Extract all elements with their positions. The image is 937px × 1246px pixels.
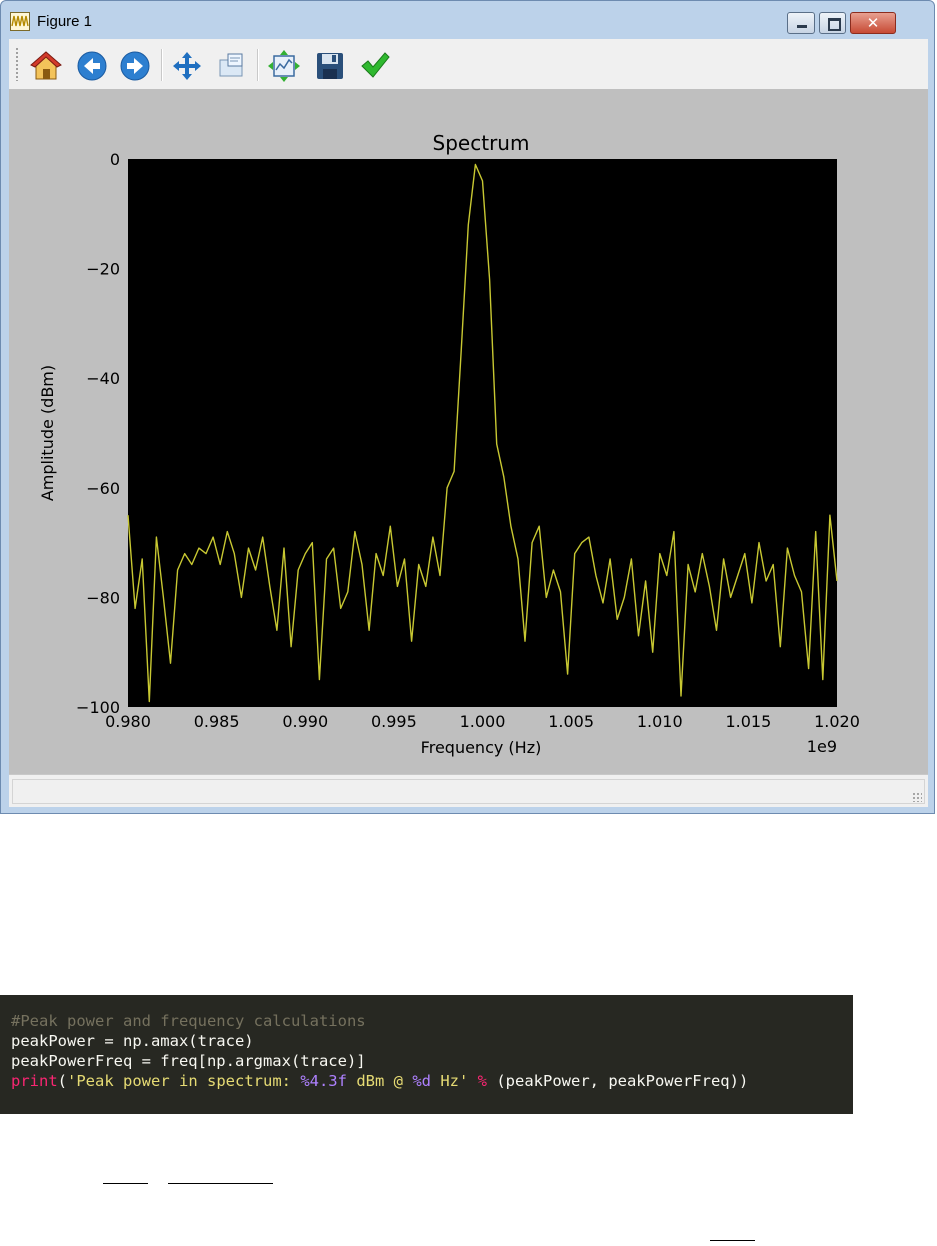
status-bar <box>9 774 928 807</box>
code-format-spec: %4.3f <box>300 1072 347 1090</box>
figure-app-icon <box>10 12 30 31</box>
code-operator: % <box>477 1072 487 1090</box>
code-line-3: peakPowerFreq = freq[np.argmax(trace)] <box>11 1051 842 1071</box>
toolbar-separator <box>257 49 259 81</box>
minimize-icon <box>797 25 807 28</box>
home-icon <box>30 51 62 80</box>
title-bar[interactable]: Figure 1 ✕ <box>1 1 934 39</box>
x-tick-label: 1.005 <box>548 712 594 731</box>
close-icon: ✕ <box>866 14 880 32</box>
underline-fragment <box>168 1183 273 1184</box>
navigation-toolbar <box>9 39 928 90</box>
status-message <box>12 779 925 804</box>
x-axis-label: Frequency (Hz) <box>421 738 542 757</box>
x-tick-label: 0.985 <box>194 712 240 731</box>
x-tick-label: 1.000 <box>460 712 506 731</box>
back-button[interactable] <box>75 49 109 83</box>
code-snippet: #Peak power and frequency calculations p… <box>0 995 853 1114</box>
code-string: Hz' <box>430 1072 469 1090</box>
checkmark-icon <box>361 52 390 78</box>
y-tick-label: 0 <box>110 150 120 169</box>
y-axis-label: Amplitude (dBm) <box>38 365 57 501</box>
code-line-4: print('Peak power in spectrum: %4.3f dBm… <box>11 1071 842 1091</box>
y-tick-label: −80 <box>86 588 120 607</box>
underline-fragment <box>710 1240 755 1241</box>
underline-fragment <box>103 1183 148 1184</box>
code-line-2: peakPower = np.amax(trace) <box>11 1031 842 1051</box>
y-tick-label: −20 <box>86 260 120 279</box>
window-title: Figure 1 <box>37 13 93 30</box>
close-button[interactable]: ✕ <box>850 12 896 34</box>
spectrum-chart: Spectrum 0−20−40−60−80−100 0.980 0.985 0.9… <box>38 131 860 757</box>
x-tick-label: 0.995 <box>371 712 417 731</box>
code-string: 'Peak power in spectrum: <box>67 1072 301 1090</box>
floppy-disk-icon <box>317 53 343 79</box>
forward-button[interactable] <box>118 49 152 83</box>
window-client-area: Spectrum 0 −20 −40 −60 −80 −100 0.980 0.985 0.9… <box>9 39 928 807</box>
y-tick-label: −40 <box>86 369 120 388</box>
forward-arrow-icon <box>120 51 150 81</box>
x-tick-label: 1.020 <box>814 712 860 731</box>
x-tick-label: 0.990 <box>282 712 328 731</box>
chart-title: Spectrum <box>433 131 530 155</box>
x-tick-label: 0.980 <box>105 712 151 731</box>
y-axis: 0−20−40−60−80−100 <box>76 150 120 717</box>
subplots-button[interactable] <box>267 49 301 83</box>
toolbar-grip[interactable] <box>15 47 19 81</box>
code-statement: (peakPower, peakPowerFreq)) <box>487 1072 749 1090</box>
x-tick-label: 1.010 <box>637 712 683 731</box>
code-statement: peakPower = np.amax(trace) <box>11 1032 254 1050</box>
move-icon <box>173 52 201 80</box>
code-format-spec: %d <box>412 1072 431 1090</box>
x-axis: 0.980 0.985 0.990 0.995 1.000 1.005 1.010 1.015… <box>105 712 860 731</box>
plot-area <box>128 159 837 707</box>
pan-button[interactable] <box>170 49 204 83</box>
zoom-button[interactable] <box>215 49 249 83</box>
code-statement: peakPowerFreq = freq[np.argmax(trace)] <box>11 1052 366 1070</box>
home-button[interactable] <box>29 49 63 83</box>
zoom-rect-icon <box>219 53 243 77</box>
figure-window: Figure 1 ✕ Spectrum 0 −20 −40 −60 −80 −1… <box>0 0 935 814</box>
y-tick-label: −60 <box>86 479 120 498</box>
edit-parameters-button[interactable] <box>358 49 392 83</box>
code-comment: #Peak power and frequency calculations <box>11 1012 366 1030</box>
code-keyword: print <box>11 1072 58 1090</box>
toolbar-separator <box>161 49 163 81</box>
x-tick-label: 1.015 <box>725 712 771 731</box>
maximize-icon <box>828 18 841 31</box>
figure-canvas[interactable]: Spectrum 0 −20 −40 −60 −80 −100 0.980 0.985 0.9… <box>9 89 928 774</box>
configure-subplots-icon <box>268 50 300 82</box>
code-line-1: #Peak power and frequency calculations <box>11 1011 842 1031</box>
code-string: dBm @ <box>346 1072 413 1090</box>
back-arrow-icon <box>77 51 107 81</box>
maximize-button[interactable] <box>819 12 846 34</box>
code-punct: ( <box>57 1072 68 1090</box>
minimize-button[interactable] <box>787 12 815 34</box>
x-axis-offset-label: 1e9 <box>807 737 837 756</box>
save-button[interactable] <box>313 49 347 83</box>
resize-grip[interactable] <box>912 792 922 802</box>
